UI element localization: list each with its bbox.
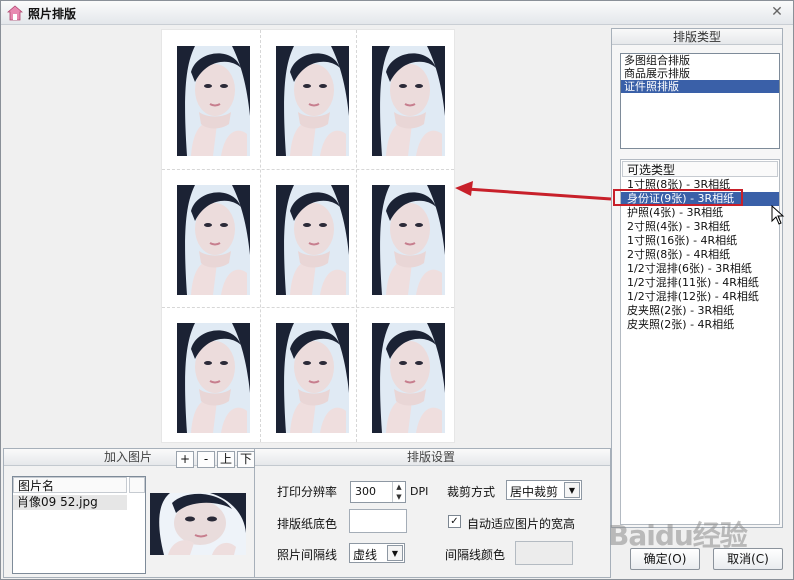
chevron-down-icon[interactable]: ▼ <box>387 545 403 561</box>
type-item[interactable]: 1/2寸混排(11张) - 4R相纸 <box>621 276 779 290</box>
file-name-column-header: 图片名 <box>13 477 127 493</box>
type-item[interactable]: 2寸照(8张) - 4R相纸 <box>621 248 779 262</box>
gap-color-swatch[interactable] <box>515 541 573 565</box>
layout-settings-panel: 排版设置 打印分辨率 300 ▲ ▼ DPI 裁剪方式 居中裁剪 ▼ 排版纸底色 … <box>255 449 610 577</box>
image-file-list[interactable]: 图片名 肖像09 52.jpg <box>12 476 146 574</box>
dpi-stepper[interactable]: 300 ▲ ▼ <box>350 481 406 503</box>
remove-image-button[interactable]: - <box>197 451 215 468</box>
add-images-panel: 加入图片 + - 上 下 图片名 肖像09 52.jpg <box>4 449 255 577</box>
stepper-arrows-icon[interactable]: ▲ ▼ <box>392 482 405 502</box>
house-app-icon <box>6 5 24 21</box>
add-image-button[interactable]: + <box>176 451 194 468</box>
move-down-button[interactable]: 下 <box>237 451 255 468</box>
gap-line-select[interactable]: 虚线 ▼ <box>349 543 405 563</box>
photo-cell <box>162 307 256 445</box>
photo-layout-window: 照片排版 ✕ 排版类型 多图组合排版 商品展示排版 证件照排版 可选类型 1寸照… <box>0 0 794 580</box>
portrait-photo <box>177 46 250 156</box>
available-types-list[interactable]: 可选类型 1寸照(8张) - 3R相纸 身份证(9张) - 3R相纸 护照(4张… <box>620 159 780 525</box>
layout-settings-header: 排版设置 <box>255 449 610 466</box>
ok-button[interactable]: 确定(O) <box>630 548 700 570</box>
photo-cell <box>162 169 256 307</box>
type-item[interactable]: 1/2寸混排(6张) - 3R相纸 <box>621 262 779 276</box>
window-title: 照片排版 <box>28 7 77 21</box>
type-item[interactable]: 护照(4张) - 3R相纸 <box>621 206 779 220</box>
layout-type-list[interactable]: 多图组合排版 商品展示排版 证件照排版 <box>620 53 780 149</box>
autofit-checkbox[interactable]: ✓ <box>448 515 461 528</box>
file-row[interactable]: 肖像09 52.jpg <box>13 495 127 510</box>
paper-color-swatch[interactable] <box>349 509 407 533</box>
portrait-photo <box>276 323 349 433</box>
type-item[interactable]: 1/2寸混排(12张) - 4R相纸 <box>621 290 779 304</box>
close-icon[interactable]: ✕ <box>769 4 785 20</box>
autofit-label: 自动适应图片的宽高 <box>467 517 576 531</box>
mouse-cursor-icon <box>771 205 785 225</box>
annotation-arrow <box>455 181 612 201</box>
type-item[interactable]: 皮夹照(2张) - 4R相纸 <box>621 318 779 332</box>
layout-preview <box>161 29 455 443</box>
layout-type-item[interactable]: 多图组合排版 <box>621 54 779 67</box>
title-bar: 照片排版 ✕ <box>1 1 793 25</box>
selection-highlight-box <box>613 189 743 206</box>
layout-type-item-selected[interactable]: 证件照排版 <box>621 80 779 93</box>
gap-line-value: 虚线 <box>353 548 378 562</box>
photo-cell <box>261 30 355 168</box>
dpi-value: 300 <box>355 485 376 498</box>
gap-color-label: 间隔线颜色 <box>445 548 506 562</box>
photo-cell <box>261 169 355 307</box>
layout-type-panel: 排版类型 多图组合排版 商品展示排版 证件照排版 可选类型 1寸照(8张) - … <box>611 28 783 528</box>
gap-line-label: 照片间隔线 <box>277 548 338 562</box>
portrait-photo <box>372 185 445 295</box>
type-item[interactable]: 皮夹照(2张) - 3R相纸 <box>621 304 779 318</box>
layout-settings-title: 排版设置 <box>407 450 456 464</box>
bottom-panel: 加入图片 + - 上 下 图片名 肖像09 52.jpg 排版设置 打印分辨率 … <box>3 448 611 578</box>
photo-cell <box>162 30 256 168</box>
image-thumbnail <box>150 493 246 555</box>
crop-mode-label: 裁剪方式 <box>447 485 496 499</box>
portrait-photo <box>372 46 445 156</box>
photo-cell <box>261 307 355 445</box>
portrait-photo <box>177 323 250 433</box>
chevron-down-icon[interactable]: ▼ <box>564 482 580 498</box>
move-up-button[interactable]: 上 <box>217 451 235 468</box>
dpi-label: 打印分辨率 <box>277 485 338 499</box>
cancel-button[interactable]: 取消(C) <box>713 548 783 570</box>
type-item[interactable]: 2寸照(4张) - 3R相纸 <box>621 220 779 234</box>
paper-color-label: 排版纸底色 <box>277 517 338 531</box>
portrait-photo <box>372 323 445 433</box>
photo-cell <box>357 307 451 445</box>
photo-cell <box>357 30 451 168</box>
portrait-photo <box>276 46 349 156</box>
portrait-photo <box>276 185 349 295</box>
column-header-cap <box>129 477 145 493</box>
crop-mode-value: 居中裁剪 <box>510 485 559 499</box>
photo-cell <box>357 169 451 307</box>
add-images-title: 加入图片 <box>104 450 153 464</box>
portrait-photo <box>177 185 250 295</box>
type-item[interactable]: 1寸照(16张) - 4R相纸 <box>621 234 779 248</box>
available-types-header: 可选类型 <box>622 161 778 177</box>
layout-type-header: 排版类型 <box>612 29 782 45</box>
crop-mode-select[interactable]: 居中裁剪 ▼ <box>506 480 582 500</box>
layout-type-item[interactable]: 商品展示排版 <box>621 67 779 80</box>
dpi-unit: DPI <box>410 485 429 498</box>
